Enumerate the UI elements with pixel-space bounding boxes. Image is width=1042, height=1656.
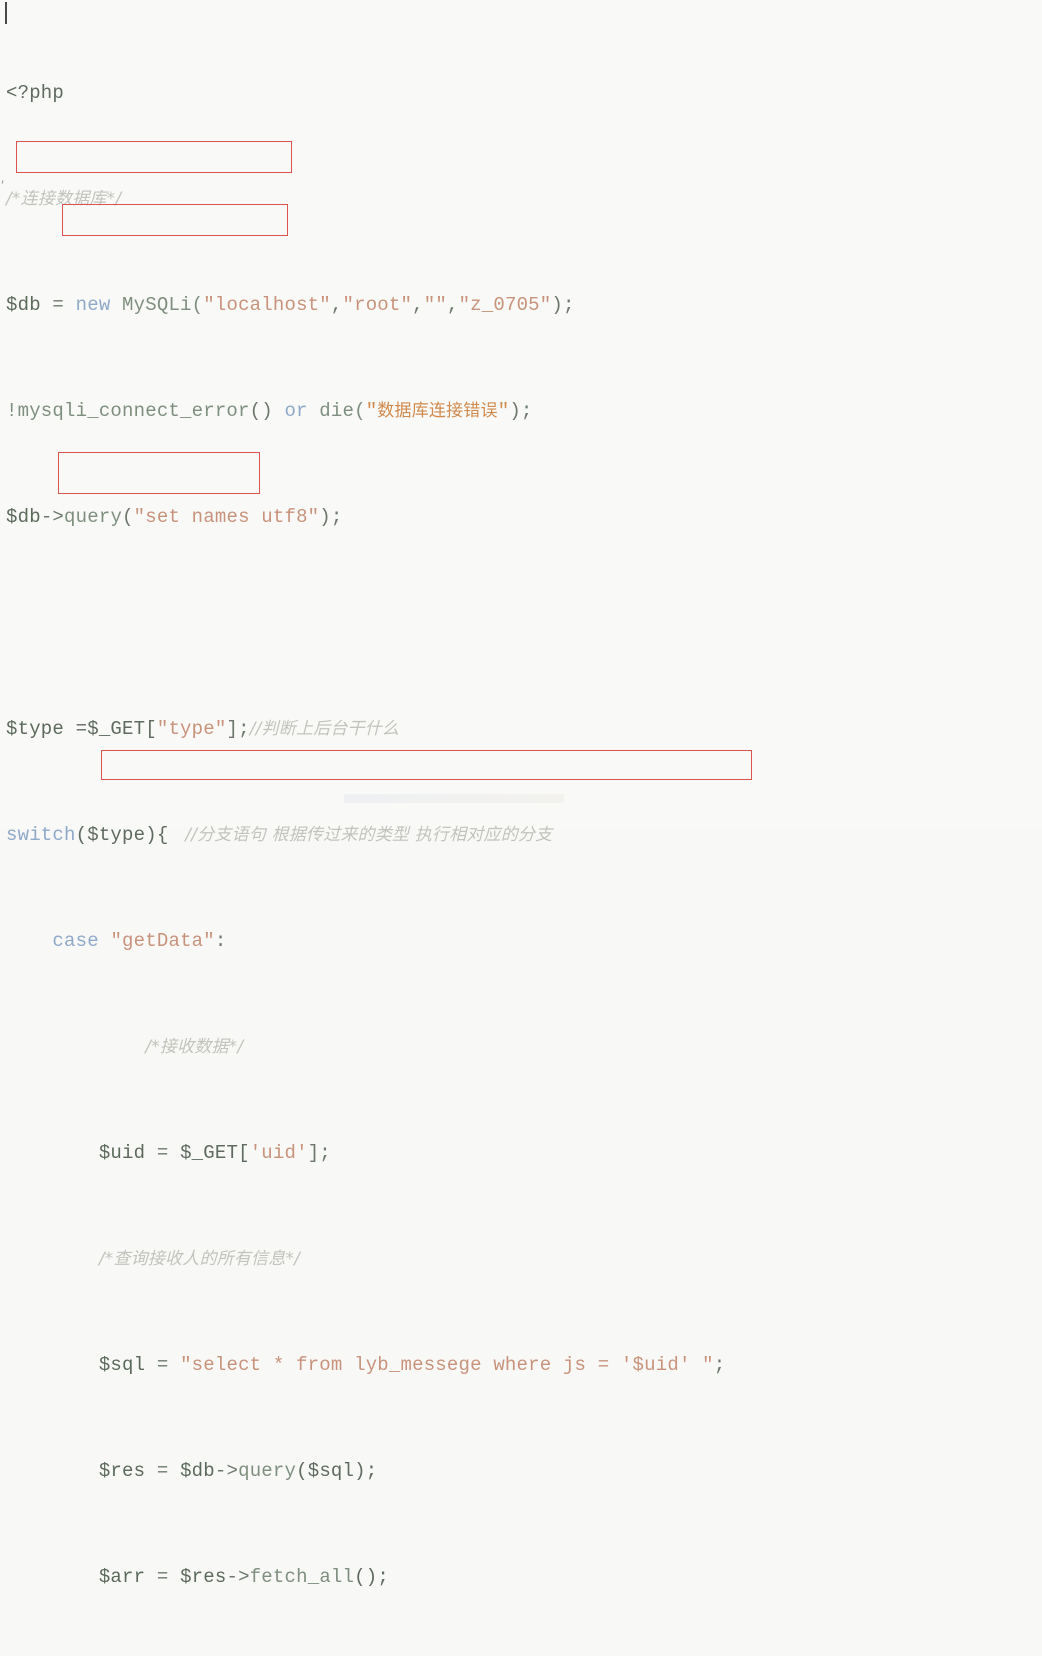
token-string-localhost: "localhost" (203, 293, 331, 316)
token-var-res: $res (98, 1459, 146, 1482)
code-line-12: /*查询接收人的所有信息*/ (0, 1246, 1042, 1273)
token-assign: = (145, 1141, 181, 1164)
annotation-box-type-get (16, 141, 292, 173)
token-colon: : (214, 929, 227, 952)
token-comma: , (412, 293, 424, 316)
token-string-select: "select * from lyb_messege where js = '$… (180, 1353, 714, 1376)
token-string-empty: "" (423, 293, 447, 316)
token-arrow: -> (40, 505, 65, 528)
annotation-box-header (101, 750, 752, 780)
token-var-type: $type (6, 717, 65, 740)
token-keyword-switch: switch (6, 823, 76, 846)
token-php-open: <?php (6, 81, 65, 104)
code-line-13: $sql = "select * from lyb_messege where … (0, 1352, 1042, 1379)
code-line-10: /*接收数据*/ (0, 1034, 1042, 1061)
token-get-super: $_GET[ (180, 1141, 250, 1164)
annotation-box-case-getdata (62, 204, 288, 236)
token-string-root: "root" (342, 293, 413, 316)
token-string-db-error-cjk: 数据库连接错误 (377, 400, 498, 421)
token-method-query: query (64, 505, 123, 528)
token-parens: (); (354, 1565, 389, 1588)
token-var-arr: $arr (98, 1565, 146, 1588)
code-line-6-blank (0, 610, 1042, 637)
token-method-query: query (238, 1459, 297, 1482)
token-fn-connect-error: !mysqli_connect_error (6, 399, 250, 422)
token-fn-die: die( (307, 399, 366, 422)
token-args: ($sql); (296, 1459, 378, 1482)
token-keyword-new: new (75, 293, 111, 316)
token-comment: /*查询接收人的所有信息*/ (98, 1248, 301, 1269)
token-class-mysqli: MySQLi( (110, 293, 204, 316)
token-close-paren: ); (319, 505, 343, 528)
stray-mark-icon: ′ (1, 178, 5, 194)
token-string-uid: 'uid' (249, 1141, 308, 1164)
code-line-1: <?php (0, 80, 1042, 107)
token-var-db: $db (6, 505, 41, 528)
annotation-box-case-insert (58, 452, 260, 494)
token-string-dbname: "z_0705" (458, 293, 552, 316)
token-close-bracket: ]; (307, 1141, 331, 1164)
token-keyword-case: case (52, 929, 99, 952)
token-assign: = (145, 1565, 181, 1588)
token-switch-arg: ($type){ (75, 823, 169, 846)
token-comma: , (330, 293, 343, 316)
token-method-fetch-all: fetch_all (249, 1565, 355, 1588)
token-close-paren: ); (509, 399, 533, 422)
token-comment: /*接收数据*/ (145, 1036, 244, 1057)
token-var-uid: $uid (98, 1141, 146, 1164)
token-comma: , (446, 293, 459, 316)
token-arrow: -> (214, 1459, 239, 1482)
token-quote: " (497, 399, 510, 422)
code-line-5: $db->query("set names utf8"); (0, 504, 1042, 531)
code-line-8: switch($type){ //分支语句 根据传过来的类型 执行相对应的分支 (0, 822, 1042, 849)
token-string-type: "type" (156, 717, 227, 740)
token-keyword-or: or (284, 399, 308, 422)
token-var-db: $db (180, 1459, 215, 1482)
code-text-block: <?php /*连接数据库*/ $db = new MySQLi("localh… (0, 0, 1042, 1656)
token-var-db: $db (6, 293, 41, 316)
token-assign: = (40, 293, 76, 316)
text-cursor-caret (5, 2, 7, 24)
token-string-set-names: "set names utf8" (133, 505, 320, 528)
token-var-res: $res (180, 1565, 227, 1588)
code-line-9: case "getData": (0, 928, 1042, 955)
token-open-paren: ( (122, 505, 134, 528)
token-var-sql: $sql (98, 1353, 146, 1376)
token-string-getdata: "getData" (110, 929, 215, 952)
token-close-bracket: ]; (226, 717, 250, 740)
code-line-3: $db = new MySQLi("localhost","root","","… (0, 292, 1042, 319)
code-line-14: $res = $db->query($sql); (0, 1458, 1042, 1485)
token-assign: = (145, 1353, 181, 1376)
token-semicolon: ; (713, 1353, 726, 1376)
code-line-15: $arr = $res->fetch_all(); (0, 1564, 1042, 1591)
token-comment: //判断上后台干什么 (249, 718, 400, 739)
code-editor-surface: ′ <?php /*连接数据库*/ $db = new MySQLi("loca… (0, 0, 1042, 1588)
token-get-super: =$_GET[ (64, 717, 157, 740)
token-arrow: -> (226, 1565, 250, 1588)
code-line-7: $type =$_GET["type"];//判断上后台干什么 (0, 716, 1042, 743)
code-line-11: $uid = $_GET['uid']; (0, 1140, 1042, 1167)
token-assign: = (145, 1459, 181, 1482)
token-close-paren: ); (551, 293, 575, 316)
token-parens: () (249, 399, 285, 422)
token-quote: " (365, 399, 378, 422)
code-line-4: !mysqli_connect_error() or die("数据库连接错误"… (0, 398, 1042, 425)
